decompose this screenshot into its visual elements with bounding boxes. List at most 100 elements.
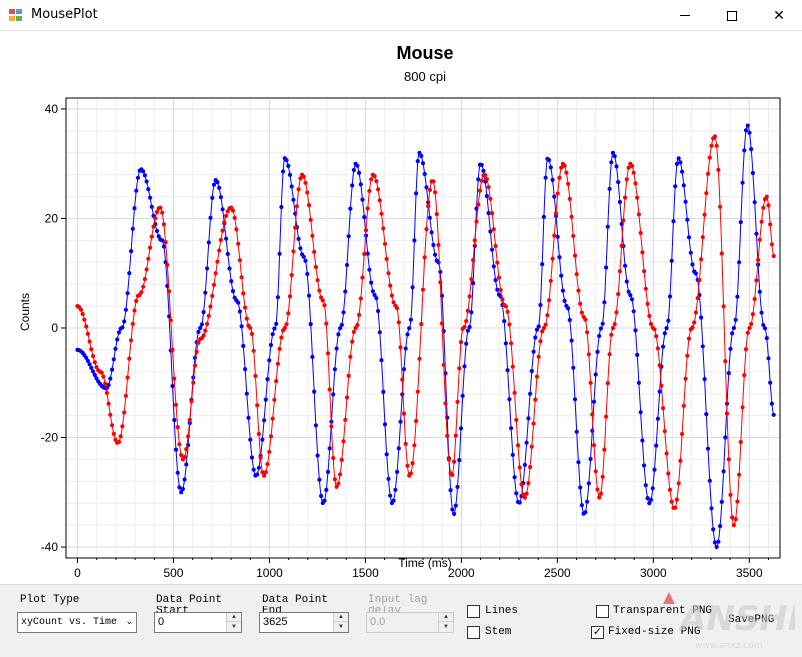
lines-checkbox[interactable] bbox=[467, 605, 480, 618]
data-point bbox=[642, 269, 647, 274]
data-point bbox=[552, 194, 557, 199]
data-point bbox=[433, 252, 438, 257]
stepper-down-icon[interactable]: ▼ bbox=[227, 623, 241, 632]
plot-type-value: xyCount vs. Time bbox=[21, 617, 118, 628]
data-point bbox=[655, 416, 661, 421]
data-point-start-stepper[interactable]: ▲ ▼ bbox=[226, 613, 241, 632]
data-point bbox=[315, 278, 320, 283]
data-point bbox=[205, 266, 210, 271]
stepper-up-icon[interactable]: ▲ bbox=[227, 613, 241, 622]
stepper-down-icon[interactable]: ▼ bbox=[334, 623, 348, 632]
data-point bbox=[426, 204, 431, 209]
data-point bbox=[771, 412, 776, 417]
data-point bbox=[503, 341, 508, 346]
data-point bbox=[324, 487, 329, 492]
data-point bbox=[448, 488, 453, 493]
data-point bbox=[160, 210, 165, 215]
data-point bbox=[267, 449, 272, 454]
data-point bbox=[640, 250, 645, 255]
data-point bbox=[640, 438, 645, 443]
chart[interactable]: 0 500 1000 1500 2000 2500 3000 350040200-20-40 … bbox=[0, 32, 802, 584]
data-point bbox=[719, 251, 724, 256]
data-point bbox=[154, 228, 160, 234]
data-point bbox=[439, 321, 445, 326]
data-point bbox=[172, 376, 177, 381]
data-point bbox=[452, 459, 457, 464]
data-point-end-stepper[interactable]: ▲ ▼ bbox=[333, 613, 348, 632]
data-point bbox=[591, 443, 597, 448]
data-point bbox=[379, 211, 384, 216]
data-point bbox=[393, 487, 398, 492]
data-point bbox=[467, 294, 472, 299]
data-point bbox=[692, 320, 697, 325]
data-point bbox=[108, 376, 113, 381]
data-point bbox=[607, 186, 612, 191]
data-point bbox=[771, 253, 776, 259]
data-point bbox=[467, 324, 472, 330]
data-point bbox=[348, 354, 353, 359]
data-point bbox=[436, 260, 441, 265]
y-tick-label: 0 bbox=[51, 321, 58, 335]
data-point-end-value: 3625 bbox=[263, 616, 288, 628]
data-point bbox=[519, 482, 524, 487]
data-point bbox=[683, 199, 688, 204]
stem-checkbox[interactable] bbox=[467, 626, 480, 639]
maximize-button[interactable] bbox=[709, 0, 755, 31]
data-point bbox=[122, 319, 127, 324]
data-point bbox=[462, 324, 467, 329]
data-point bbox=[196, 329, 201, 335]
data-point bbox=[189, 399, 194, 404]
plot-type-select[interactable]: xyCount vs. Time ⌄ bbox=[17, 612, 137, 633]
data-point bbox=[306, 203, 312, 208]
data-point bbox=[514, 491, 519, 496]
data-point bbox=[614, 310, 619, 315]
data-point bbox=[536, 324, 541, 329]
data-point bbox=[274, 321, 279, 326]
data-point bbox=[120, 424, 125, 429]
input-lag-stepper: ▲ ▼ bbox=[438, 613, 453, 632]
data-point bbox=[104, 390, 109, 395]
data-point bbox=[224, 236, 229, 241]
minimize-button[interactable] bbox=[662, 0, 708, 31]
data-point bbox=[389, 293, 394, 298]
data-point bbox=[253, 373, 258, 379]
data-point bbox=[761, 205, 766, 210]
data-point bbox=[308, 217, 313, 222]
stepper-up-icon[interactable]: ▲ bbox=[334, 613, 348, 622]
data-point bbox=[101, 374, 106, 379]
data-point bbox=[173, 447, 179, 452]
data-point bbox=[576, 288, 581, 293]
data-point bbox=[308, 322, 313, 327]
data-point bbox=[424, 185, 429, 190]
data-point-start-input[interactable]: 0 ▲ ▼ bbox=[154, 612, 242, 633]
data-point-end-input[interactable]: 3625 ▲ ▼ bbox=[259, 612, 349, 633]
data-point bbox=[512, 390, 517, 395]
data-point bbox=[132, 308, 137, 313]
data-point bbox=[303, 258, 308, 263]
data-point bbox=[358, 182, 363, 187]
data-point bbox=[431, 179, 436, 184]
data-point bbox=[455, 399, 460, 404]
data-point bbox=[666, 471, 671, 476]
data-point bbox=[450, 507, 455, 512]
svg-text:www.anxz.com: www.anxz.com bbox=[695, 641, 762, 651]
transparent-png-checkbox[interactable] bbox=[596, 605, 609, 618]
data-point bbox=[512, 475, 517, 480]
close-button[interactable]: ✕ bbox=[756, 0, 802, 31]
data-point bbox=[227, 266, 232, 271]
data-point bbox=[123, 307, 128, 312]
data-point bbox=[657, 389, 662, 394]
fixed-size-png-checkbox[interactable]: ✓ bbox=[591, 626, 604, 639]
data-point bbox=[130, 321, 135, 326]
data-point bbox=[477, 188, 483, 193]
data-point bbox=[388, 493, 393, 498]
data-point bbox=[664, 451, 669, 456]
data-point bbox=[705, 446, 711, 451]
data-point bbox=[324, 321, 329, 326]
data-point bbox=[526, 481, 531, 486]
data-point bbox=[574, 272, 579, 277]
data-point bbox=[585, 330, 590, 335]
data-point bbox=[493, 278, 498, 283]
data-point bbox=[196, 340, 201, 345]
data-point bbox=[522, 462, 528, 467]
